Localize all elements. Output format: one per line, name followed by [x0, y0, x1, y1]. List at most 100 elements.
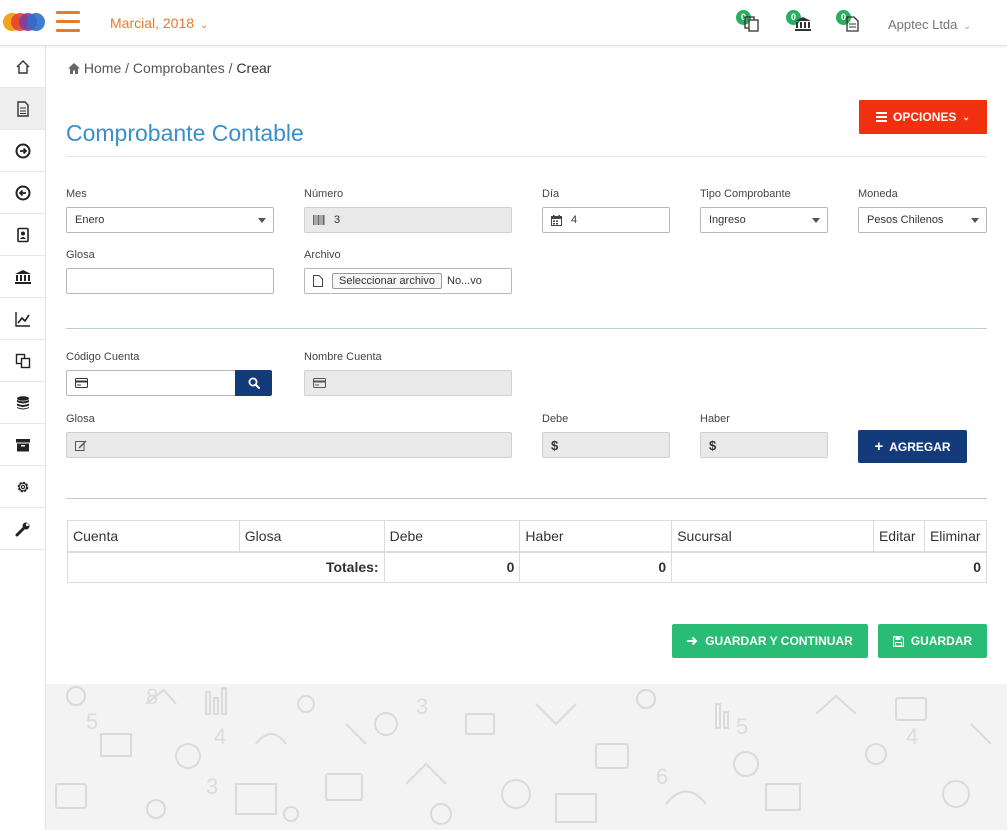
sidebar-item-contactos[interactable] [0, 214, 45, 256]
add-entry-label: AGREGAR [889, 439, 951, 454]
edit-icon [75, 440, 87, 451]
chevron-down-icon: ⌄ [962, 111, 970, 122]
save-and-continue-button[interactable]: GUARDAR Y CONTINUAR [672, 624, 868, 658]
total-balance: 0 [671, 551, 987, 583]
tipo-comprobante-select[interactable]: Ingreso [700, 207, 828, 233]
search-account-button[interactable] [235, 370, 272, 396]
mes-label: Mes [66, 188, 87, 200]
sidebar-item-configuracion[interactable] [0, 466, 45, 508]
totals-label: Totales: [67, 551, 385, 583]
column-header-cuenta: Cuenta [67, 520, 240, 552]
notification-bank[interactable]: 0 [786, 10, 814, 36]
search-icon [248, 377, 260, 389]
decorative-pattern-icon: 8 5 3 4 5 6 4 3 [55, 684, 992, 825]
list-icon [876, 112, 888, 122]
breadcrumb-comprobantes[interactable]: Comprobantes [133, 60, 225, 76]
dia-field[interactable]: 4 [542, 207, 670, 233]
mes-value: Enero [75, 214, 105, 226]
column-header-glosa: Glosa [238, 520, 385, 552]
save-button[interactable]: GUARDAR [878, 624, 987, 658]
company-name: Apptec Ltda [888, 17, 958, 32]
glosa-label: Glosa [66, 249, 95, 261]
menu-toggle-icon[interactable] [56, 11, 80, 33]
caret-down-icon [971, 218, 979, 223]
numero-field: 3 [304, 207, 512, 233]
column-header-eliminar: Eliminar [923, 520, 988, 552]
mes-select[interactable]: Enero [66, 207, 274, 233]
nombre-cuenta-label: Nombre Cuenta [304, 351, 382, 363]
period-selector[interactable]: Marcial, 2018 ⌄ [110, 15, 208, 31]
save-and-continue-label: GUARDAR Y CONTINUAR [705, 634, 853, 648]
company-selector[interactable]: Apptec Ltda ⌄ [888, 17, 971, 32]
svg-text:3: 3 [416, 694, 428, 719]
tipo-comprobante-value: Ingreso [709, 214, 746, 226]
options-dropdown-button[interactable]: OPCIONES ⌄ [859, 100, 987, 134]
column-header-sucursal: Sucursal [671, 520, 874, 552]
sidebar-item-bancos[interactable] [0, 256, 45, 298]
sidebar-item-reportes[interactable] [0, 298, 45, 340]
select-file-button[interactable]: Seleccionar archivo [332, 273, 442, 289]
options-label: OPCIONES [893, 110, 957, 124]
glosa-input[interactable] [66, 268, 274, 294]
svg-text:4: 4 [214, 724, 226, 749]
notification-documents[interactable]: 0 [736, 10, 764, 36]
database-icon [16, 395, 29, 409]
sidebar-item-home[interactable] [0, 46, 45, 88]
sidebar-item-ingresos[interactable] [0, 130, 45, 172]
credit-card-icon [75, 378, 88, 388]
sidebar-item-copiar[interactable] [0, 340, 45, 382]
sidebar-item-comprobantes[interactable] [0, 88, 45, 130]
chevron-down-icon: ⌄ [200, 20, 209, 31]
moneda-select[interactable]: Pesos Chilenos [858, 207, 987, 233]
credit-card-icon [313, 378, 326, 388]
archivo-file-input[interactable]: Seleccionar archivo No...vo [304, 268, 512, 294]
breadcrumb-separator: / [228, 60, 233, 76]
logo-dot [27, 13, 45, 31]
notification-document[interactable]: 0 [836, 10, 864, 36]
plus-icon: + [874, 438, 884, 455]
archive-icon [15, 438, 30, 451]
debe-label: Debe [542, 413, 569, 425]
sidebar-item-archivo[interactable] [0, 424, 45, 466]
svg-text:8: 8 [146, 684, 158, 709]
tipo-comprobante-label: Tipo Comprobante [700, 188, 791, 200]
breadcrumb-current: Crear [236, 60, 272, 76]
archivo-label: Archivo [304, 249, 341, 261]
column-header-haber: Haber [519, 520, 673, 552]
bank-icon [795, 17, 811, 31]
detalle-glosa-field [66, 432, 512, 458]
page-title: Comprobante Contable [66, 120, 304, 146]
add-entry-button[interactable]: + AGREGAR [858, 430, 967, 463]
dia-value: 4 [571, 214, 578, 226]
breadcrumb-home[interactable]: Home [84, 60, 121, 76]
sidebar-item-egresos[interactable] [0, 172, 45, 214]
main-content: Home / Comprobantes / Crear Comprobante … [46, 46, 1007, 684]
divider [66, 498, 987, 499]
nombre-cuenta-field [304, 370, 512, 396]
numero-label: Número [304, 188, 344, 200]
arrow-circle-left-icon [15, 185, 30, 200]
arrow-circle-right-icon [15, 143, 30, 158]
top-bar: Marcial, 2018 ⌄ 0 0 0 Apptec Ltda ⌄ [0, 0, 1007, 46]
period-label: Marcial, 2018 [110, 15, 195, 31]
caret-down-icon [258, 218, 266, 223]
codigo-cuenta-input[interactable] [66, 370, 236, 396]
codigo-cuenta-label: Código Cuenta [66, 351, 140, 363]
bank-icon [14, 269, 31, 284]
svg-text:5: 5 [736, 714, 748, 739]
column-header-debe: Debe [383, 520, 521, 552]
moneda-label: Moneda [858, 188, 898, 200]
app-logo[interactable] [3, 13, 45, 31]
save-label: GUARDAR [910, 634, 973, 648]
documents-icon [744, 16, 759, 32]
barcode-icon [313, 215, 325, 225]
sidebar-item-base-datos[interactable] [0, 382, 45, 424]
arrow-right-icon [687, 636, 698, 646]
sidebar-item-herramientas[interactable] [0, 508, 45, 550]
file-status: No...vo [447, 275, 482, 287]
calendar-icon [551, 214, 562, 226]
svg-text:6: 6 [656, 764, 668, 789]
gear-icon [17, 481, 28, 492]
contacts-icon [16, 227, 29, 242]
divider [66, 328, 987, 329]
